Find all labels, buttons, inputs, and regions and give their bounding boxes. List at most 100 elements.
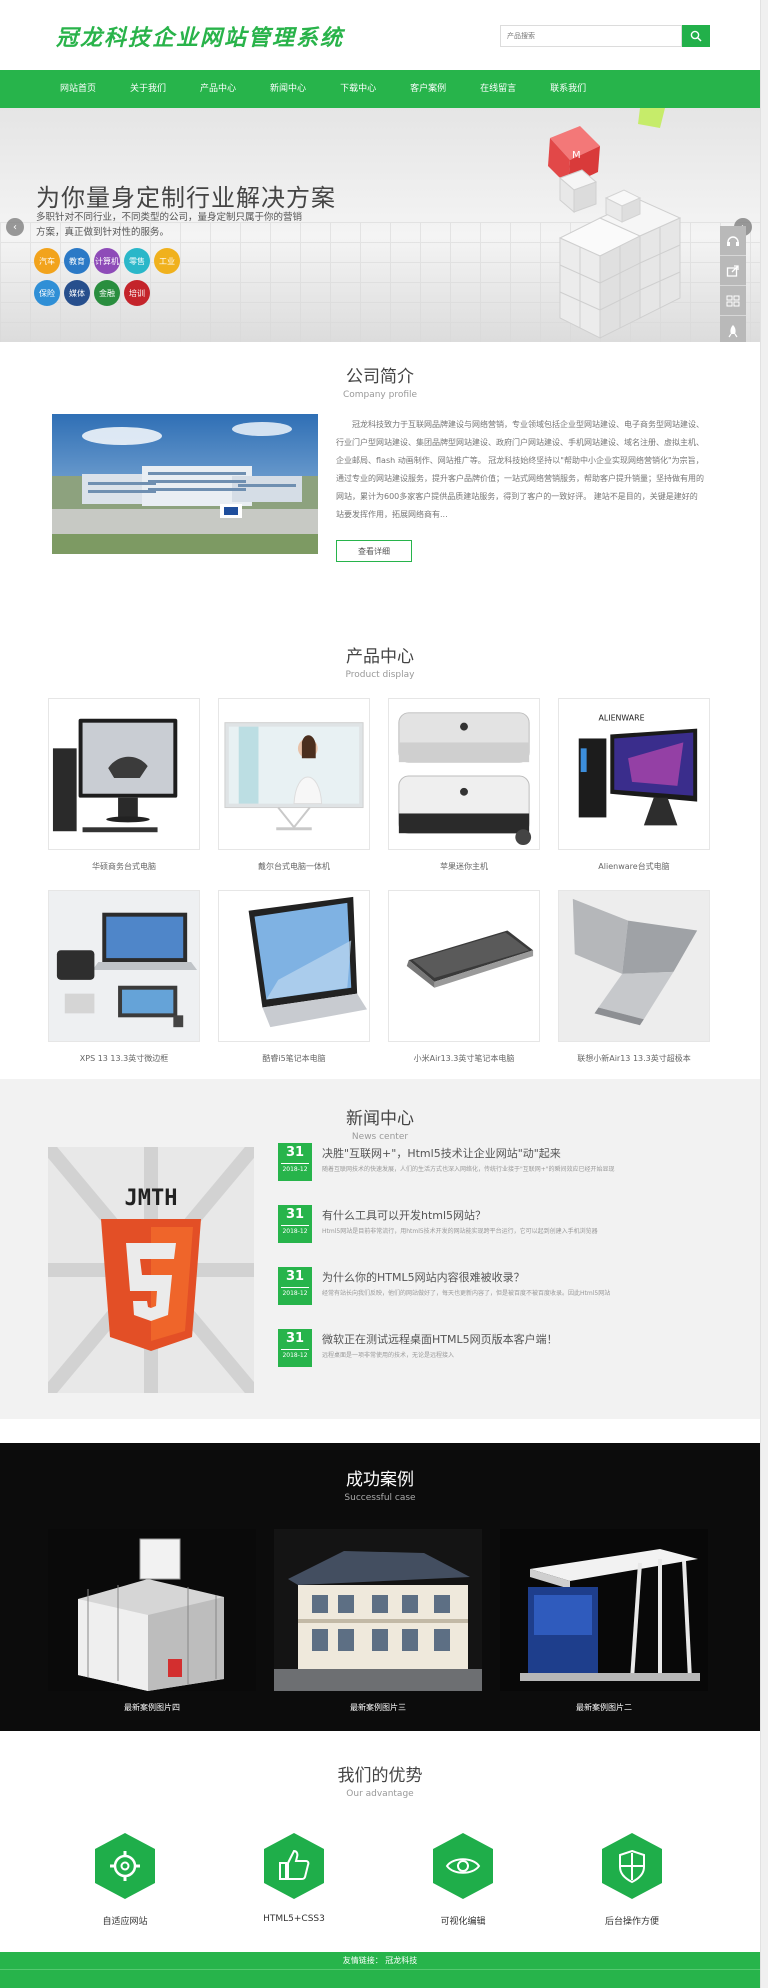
product-name: 联想小新Air13 13.3英寸超极本: [577, 1054, 691, 1063]
nav-item-cases[interactable]: 客户案例: [397, 70, 459, 108]
industry-tags: 汽车 教育 计算机 零售 工业保险 媒体 金融 培训: [34, 248, 214, 312]
advantage-label: 自适应网站: [102, 1917, 148, 1927]
product-card[interactable]: 联想小新Air13 13.3英寸超极本: [558, 890, 710, 1064]
cases-title-en: Successful case: [344, 1493, 416, 1503]
news-year-month: 2018-12: [281, 1163, 309, 1176]
friend-link[interactable]: 冠龙科技: [385, 1956, 417, 1965]
industry-tag[interactable]: 教育: [64, 248, 90, 274]
advantage-item[interactable]: 可视化编辑: [398, 1831, 528, 1927]
nav-item-about[interactable]: 关于我们: [117, 70, 179, 108]
banner-subtitle: 多职针对不同行业，不同类型的公司，量身定制只属于你的营销方案，真正做到针对性的服…: [36, 212, 303, 238]
search-input[interactable]: [500, 25, 682, 47]
nav-item-news[interactable]: 新闻中心: [257, 70, 319, 108]
page-scrollbar[interactable]: [760, 0, 768, 1988]
product-card[interactable]: 华硕商务台式电脑: [48, 698, 200, 872]
product-card[interactable]: 酷睿i5笔记本电脑: [218, 890, 370, 1064]
advantage-item[interactable]: 自适应网站: [60, 1831, 190, 1927]
industry-tag[interactable]: 零售: [124, 248, 150, 274]
advantages-section: 我们的优势 Our advantage 自适应网站 HTML5+CSS3 可视化…: [0, 1731, 760, 1935]
product-name: 苹果迷你主机: [440, 862, 488, 871]
product-card[interactable]: 小米Air13.3英寸笔记本电脑: [388, 890, 540, 1064]
product-name: 小米Air13.3英寸笔记本电脑: [413, 1054, 515, 1063]
news-day: 31: [285, 1331, 305, 1346]
view-details-button[interactable]: 查看详细: [336, 540, 412, 562]
industry-tag[interactable]: 工业: [154, 248, 180, 274]
case-image: [274, 1529, 482, 1691]
case-card[interactable]: 最新案例图片三: [274, 1529, 482, 1713]
page: 冠龙科技企业网站管理系统 网站首页 关于我们 产品中心 新闻中心 下载中心 客户…: [0, 0, 760, 1988]
footer: 友情链接： 冠龙科技: [0, 1952, 760, 1988]
news-title-en: News center: [351, 1132, 409, 1142]
product-card[interactable]: 戴尔台式电脑一体机: [218, 698, 370, 872]
industry-tag[interactable]: 保险: [34, 280, 60, 306]
industry-tag[interactable]: 计算机: [94, 248, 120, 274]
search-button[interactable]: [682, 25, 710, 47]
headset-icon[interactable]: [720, 226, 746, 256]
share-icon[interactable]: [720, 256, 746, 286]
products-title-cn: 产品中心: [346, 647, 414, 667]
product-image: [218, 698, 370, 850]
brand-label: ALIENWARE: [598, 714, 644, 723]
advantage-item[interactable]: 后台操作方便: [567, 1831, 697, 1927]
banner-prev-arrow[interactable]: ‹: [6, 218, 24, 236]
industry-tag[interactable]: 培训: [124, 280, 150, 306]
industry-tag[interactable]: 金融: [94, 280, 120, 306]
product-card[interactable]: 苹果迷你主机: [388, 698, 540, 872]
case-card[interactable]: 最新案例图片二: [500, 1529, 708, 1713]
products-title-en: Product display: [345, 670, 415, 680]
news-item[interactable]: 31 2018-12 有什么工具可以开发html5网站？ Html5网站是目前非…: [278, 1205, 718, 1245]
news-day: 31: [285, 1145, 305, 1160]
news-day: 31: [285, 1269, 305, 1284]
news-item[interactable]: 31 2018-12 微软正在测试远程桌面HTML5网页版本客户端！ 远程桌面是…: [278, 1329, 718, 1369]
nav-item-home[interactable]: 网站首页: [47, 70, 109, 108]
news-summary: 经常有站长向我们反映，他们的网站做好了，每天也更新内容了，但是被百度不被百度收录…: [322, 1290, 611, 1297]
case-card[interactable]: 最新案例图片四: [48, 1529, 256, 1713]
site-logo[interactable]: 冠龙科技企业网站管理系统: [56, 20, 344, 52]
industry-tag[interactable]: 媒体: [64, 280, 90, 306]
cases-section: 成功案例 Successful case 最新案例图片四 最新案例图片三 最新案…: [0, 1443, 760, 1731]
friend-links-label: 友情链接：: [342, 1956, 383, 1965]
product-name: 戴尔台式电脑一体机: [258, 862, 330, 871]
advantage-label: 可视化编辑: [440, 1917, 486, 1927]
rocket-top-icon[interactable]: [720, 316, 746, 342]
search-icon: [690, 30, 702, 42]
industry-tag[interactable]: 汽车: [34, 248, 60, 274]
nav-item-download[interactable]: 下载中心: [327, 70, 389, 108]
product-card[interactable]: XPS 13 13.3英寸微边框: [48, 890, 200, 1064]
news-summary: 随着互联网技术的快速发展，人们的生活方式也深入网络化，传统行业接于"互联网+"的…: [322, 1166, 615, 1173]
news-year-month: 2018-12: [281, 1287, 309, 1300]
grid-icon[interactable]: [720, 286, 746, 316]
advantage-item[interactable]: HTML5+CSS3: [229, 1831, 359, 1924]
product-image: ALIENWARE: [558, 698, 710, 850]
profile-text: 冠龙科技致力于互联网品牌建设与网络营销，专业领域包括企业型网站建设、电子商务型网…: [336, 420, 704, 519]
news-date-badge: 31 2018-12: [278, 1267, 312, 1305]
product-image: [48, 890, 200, 1042]
news-summary: 远程桌面是一项非常使用的技术，无论是远程接入: [322, 1352, 455, 1359]
news-title[interactable]: 微软正在测试远程桌面HTML5网页版本客户端！: [322, 1331, 558, 1347]
news-item[interactable]: 31 2018-12 为什么你的HTML5网站内容很难被收录？ 经常有站长向我们…: [278, 1267, 718, 1307]
product-image: [388, 890, 540, 1042]
products-section-title: 产品中心 Product display: [0, 632, 760, 680]
news-image-logo-text: JMTH: [125, 1186, 178, 1211]
news-title[interactable]: 决胜"互联网+"，Html5技术让企业网站"动"起来: [322, 1145, 561, 1161]
cases-section-title: 成功案例 Successful case: [0, 1443, 760, 1503]
nav-item-message[interactable]: 在线留言: [467, 70, 529, 108]
product-card[interactable]: ALIENWARE Alienware台式电脑: [558, 698, 710, 872]
news-section-title: 新闻中心 News center: [0, 1079, 760, 1142]
gear-icon: [95, 1833, 155, 1899]
product-name: 酷睿i5笔记本电脑: [262, 1054, 326, 1063]
news-title[interactable]: 有什么工具可以开发html5网站？: [322, 1207, 486, 1223]
product-image: [558, 890, 710, 1042]
news-section: 新闻中心 News center JMTH 31 2018-12 决胜"互联网+…: [0, 1079, 760, 1419]
nav-item-products[interactable]: 产品中心: [187, 70, 249, 108]
advantages-section-title: 我们的优势 Our advantage: [0, 1731, 760, 1799]
company-building-photo: [52, 414, 318, 554]
news-title[interactable]: 为什么你的HTML5网站内容很难被收录？: [322, 1269, 525, 1285]
product-name: XPS 13 13.3英寸微边框: [79, 1054, 169, 1063]
news-year-month: 2018-12: [281, 1225, 309, 1238]
cases-title-cn: 成功案例: [346, 1470, 414, 1490]
hero-banner: M 为你量身定制行业解决方案 多职针对不同行业，不同类型的公司，量身定制只属于你…: [0, 108, 760, 342]
nav-item-contact[interactable]: 联系我们: [537, 70, 599, 108]
news-item[interactable]: 31 2018-12 决胜"互联网+"，Html5技术让企业网站"动"起来 随着…: [278, 1143, 718, 1183]
case-image: [48, 1529, 256, 1691]
